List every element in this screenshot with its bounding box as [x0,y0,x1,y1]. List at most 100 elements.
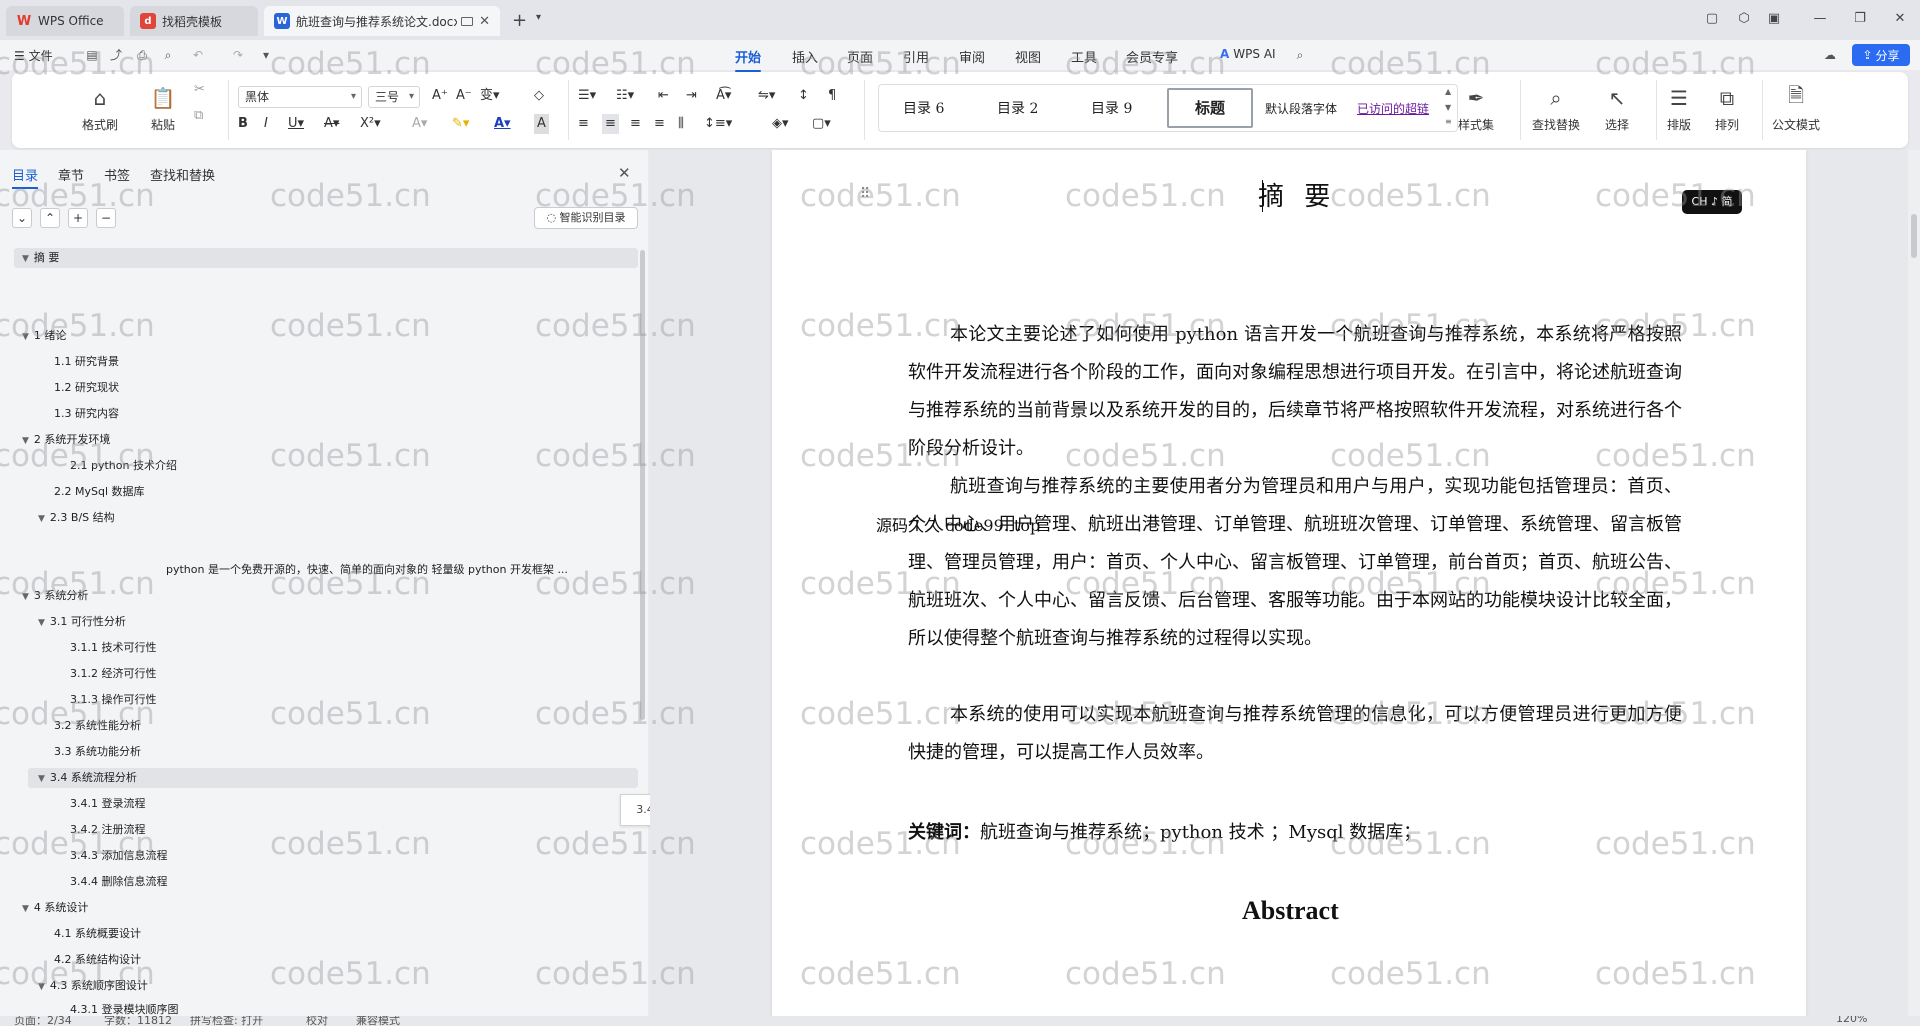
collapse-triangle-icon[interactable]: ▼ [22,249,29,269]
toc-item[interactable]: 3.4.1 登录流程 [70,794,146,814]
font-size-select[interactable]: 三号 [368,86,420,108]
style-title[interactable]: 标题 [1167,88,1254,128]
cube-icon[interactable]: ⬡ [1736,11,1752,27]
window-layout-icon[interactable]: ▢ [1704,11,1720,27]
typeset-button[interactable]: ☰ 排版 [1666,86,1692,133]
nav-tab-toc[interactable]: 目录 [12,165,39,189]
collapse-triangle-icon[interactable]: ▼ [38,769,45,789]
style-toc6[interactable]: 目录 6 [903,98,944,118]
cut-icon[interactable]: ✂ [194,80,205,100]
wps-ai-button[interactable]: A WPS AI [1220,47,1276,61]
clear-format-icon[interactable]: ◇ [534,86,544,106]
char-shading-icon[interactable]: A [534,114,549,134]
print-icon[interactable]: ⎙ [134,47,150,63]
convert-icon[interactable]: ⇋▾ [758,86,775,106]
toc-item[interactable]: 3.4.3 添加信息流程 [70,846,168,866]
close-pane-icon[interactable]: ✕ [618,164,631,182]
tab-page[interactable]: 页面 [847,47,873,66]
justify-icon[interactable]: ≡ [654,114,665,134]
add-heading-icon[interactable]: + [68,208,88,228]
toc-item[interactable]: 1.1 研究背景 [54,352,119,372]
toc-item[interactable]: 3.1.3 操作可行性 [70,690,157,710]
toc-item[interactable]: ▼ 3.1 可行性分析 [38,612,126,632]
nav-tab-chapter[interactable]: 章节 [58,165,84,184]
toc-item[interactable]: python 是一个免费开源的，快速、简单的面向对象的 轻量级 python 开… [166,560,626,580]
undo-icon[interactable]: ↶ [190,47,206,63]
nav-tab-find[interactable]: 查找和替换 [150,165,215,184]
toc-item[interactable]: ▼ 1 绪论 [22,326,66,346]
spell-check-status[interactable]: 拼写检查: 打开 [190,1016,263,1026]
line-spacing-icon[interactable]: ↕≡▾ [704,114,732,134]
expand-gallery-icon[interactable]: ≡ [1445,117,1452,126]
tab-docer-templates[interactable]: d 找稻壳模板 [130,6,258,36]
tab-tools[interactable]: 工具 [1071,47,1097,66]
toc-item[interactable]: 3.3 系统功能分析 [54,742,141,762]
toc-item[interactable]: 4.1 系统概要设计 [54,924,141,944]
style-toc2[interactable]: 目录 2 [997,98,1038,118]
toc-item[interactable]: 4.2 系统结构设计 [54,950,141,970]
text-effect-icon[interactable]: A▾ [412,114,427,134]
proofread-button[interactable]: 校对 [306,1016,328,1026]
search-icon[interactable]: ⌕ [1292,47,1308,63]
chevron-up-icon[interactable]: ▲ [1445,87,1451,96]
tab-review[interactable]: 审阅 [959,47,985,66]
toc-item[interactable]: ▼ 2 系统开发环境 [22,430,110,450]
avatar[interactable]: ▣ [1766,11,1782,27]
chevron-down-icon[interactable]: ▼ [1445,103,1451,112]
phonetic-icon[interactable]: 变▾ [480,86,500,106]
toc-item[interactable]: 3.4.4 删除信息流程 [70,872,168,892]
chevron-down-icon[interactable]: ▾ [536,12,541,23]
collapse-triangle-icon[interactable]: ▼ [22,327,29,347]
align-right-icon[interactable]: ≡ [630,114,641,134]
copy-icon[interactable]: ⧉ [194,106,203,126]
remove-heading-icon[interactable]: − [96,208,116,228]
superscript-icon[interactable]: X²▾ [360,114,381,134]
increase-indent-icon[interactable]: ⇥ [686,86,697,106]
toc-item[interactable]: 3.2 系统性能分析 [54,716,141,736]
chevron-up-icon[interactable]: ⌃ [40,208,60,228]
toc-item[interactable]: 1.2 研究现状 [54,378,119,398]
grow-font-icon[interactable]: A⁺ [432,86,448,106]
close-tab-icon[interactable]: ✕ [479,14,490,29]
paste-button[interactable]: 📋 粘贴 [150,86,176,133]
arrange-button[interactable]: ⧉ 排列 [1714,86,1740,133]
style-visited-link[interactable]: 已访问的超链 [1357,100,1429,117]
pane-scrollbar[interactable] [640,250,645,720]
abstract-heading[interactable]: Abstract [1242,896,1339,926]
toc-item[interactable]: 1.3 研究内容 [54,404,119,424]
align-left-icon[interactable]: ≡ [578,114,589,134]
highlight-icon[interactable]: ✎▾ [452,114,469,134]
smart-toc-button[interactable]: ◌ 智能识别目录 [534,207,638,229]
italic-icon[interactable]: I [264,114,268,134]
chevron-down-icon[interactable]: ▾ [258,47,274,63]
word-count[interactable]: 字数：11812 [104,1016,172,1026]
tab-member[interactable]: 会员专享 [1126,47,1178,66]
save-icon[interactable]: ▤ [84,47,100,63]
find-replace-button[interactable]: ⌕ 查找替换 [1532,86,1580,133]
toc-item[interactable]: 3.1.2 经济可行性 [70,664,157,684]
sort-icon[interactable]: ↕ [798,86,809,106]
cloud-upload-icon[interactable]: ☁ [1822,47,1838,63]
new-tab-icon[interactable]: + [512,10,527,31]
collapse-triangle-icon[interactable]: ▼ [38,613,45,633]
ime-indicator[interactable]: CH ♪ 简 [1682,190,1742,214]
toc-item[interactable]: ▼ 3 系统分析 [22,586,88,606]
collapse-triangle-icon[interactable]: ▼ [22,899,29,919]
keywords-line[interactable]: 关键词：航班查询与推荐系统；python 技术 ；Mysql 数据库； [908,818,1421,844]
collapse-triangle-icon[interactable]: ▼ [38,509,45,529]
toc-item[interactable]: 2.1 python 技术介绍 [70,456,177,476]
toc-item[interactable]: ▼ 3.4 系统流程分析 [28,768,638,788]
toc-item[interactable]: 3.4.2 注册流程 [70,820,146,840]
bold-icon[interactable]: B [238,114,248,134]
monitor-icon[interactable] [461,16,474,26]
toc-item[interactable]: ▼ 2.3 B/S 结构 [38,508,115,528]
tab-view[interactable]: 视图 [1015,47,1041,66]
file-menu[interactable]: ☰ 文件 [14,47,53,64]
toc-item[interactable]: ▼ 4 系统设计 [22,898,88,918]
toc-item[interactable]: 3.1.1 技术可行性 [70,638,157,658]
bullet-list-icon[interactable]: ☰▾ [578,86,596,106]
drag-handle-icon[interactable]: ⠿ [860,186,870,202]
numbered-list-icon[interactable]: ☷▾ [616,86,634,106]
share-button[interactable]: ⇪ 分享 [1852,44,1910,66]
shading-icon[interactable]: ◈▾ [772,114,789,134]
